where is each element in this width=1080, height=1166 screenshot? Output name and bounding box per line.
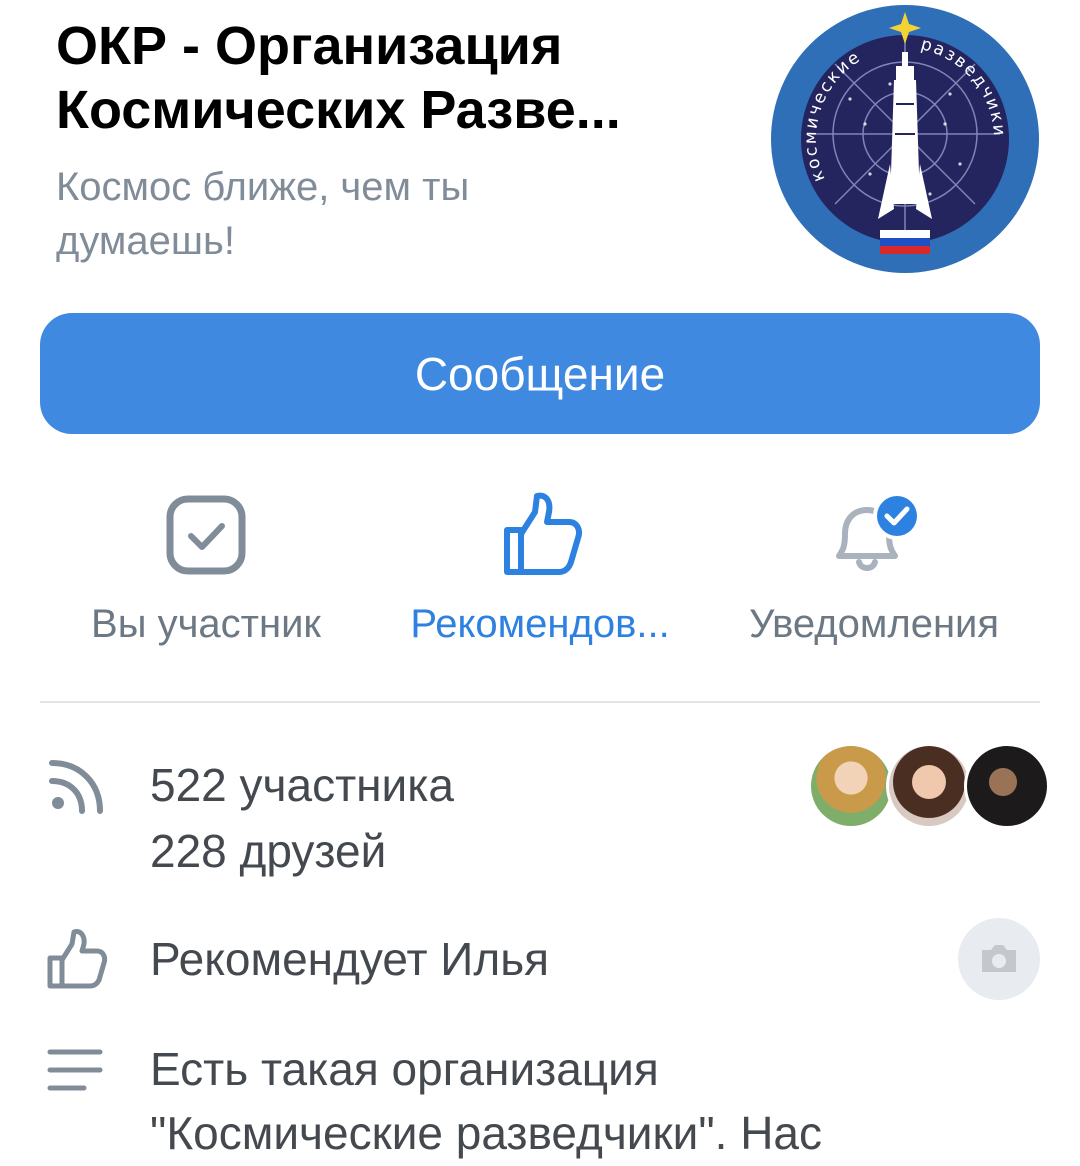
group-avatar[interactable]: космические разведчики xyxy=(770,4,1040,274)
avatar xyxy=(886,743,972,829)
bell-check-icon xyxy=(829,490,921,580)
camera-button[interactable] xyxy=(958,918,1040,1000)
recommend-action-label: Рекомендов... xyxy=(410,602,670,646)
avatar xyxy=(808,743,894,829)
camera-icon xyxy=(982,945,1016,972)
thumbs-up-icon xyxy=(47,929,108,989)
friends-count[interactable]: 228 друзей xyxy=(150,818,386,884)
description-line-2: "Космические разведчики". Нас xyxy=(150,1107,823,1159)
divider xyxy=(40,701,1040,703)
member-action-label: Вы участник xyxy=(91,602,321,646)
avatar xyxy=(964,743,1050,829)
notifications-action[interactable]: Уведомления xyxy=(704,490,1044,650)
member-avatars[interactable] xyxy=(808,743,1050,829)
group-status: Космос ближе, чем ты думаешь! xyxy=(56,160,616,268)
group-status-line-2: думаешь! xyxy=(56,219,235,263)
group-title: ОКР - Организация Космических Разве... xyxy=(56,14,756,142)
rss-icon xyxy=(49,760,103,814)
members-count[interactable]: 522 участника xyxy=(150,752,454,818)
group-title-line-1: ОКР - Организация xyxy=(56,16,563,76)
checkbox-icon xyxy=(161,490,251,580)
description-icon xyxy=(47,1049,103,1091)
group-status-line-1: Космос ближе, чем ты xyxy=(56,165,470,209)
recommends-text[interactable]: Рекомендует Илья xyxy=(150,926,549,992)
recommend-action[interactable]: Рекомендов... xyxy=(370,490,710,650)
description-line-1: Есть такая организация xyxy=(150,1043,659,1095)
member-action[interactable]: Вы участник xyxy=(36,490,376,650)
group-title-line-2: Космических Разве... xyxy=(56,80,621,140)
thumbs-up-icon xyxy=(495,490,585,580)
message-button[interactable]: Сообщение xyxy=(40,313,1040,434)
notifications-action-label: Уведомления xyxy=(748,602,1000,646)
